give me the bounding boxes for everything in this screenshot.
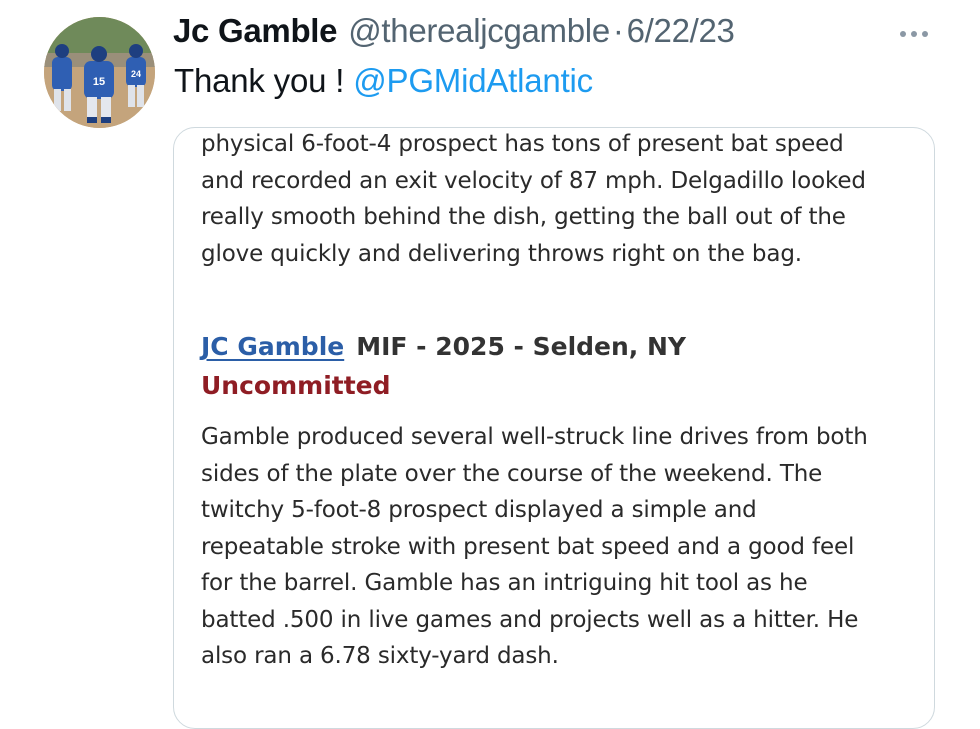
report-line: repeatable stroke with present bat speed…	[201, 533, 855, 560]
jersey-number-24: 24	[131, 69, 141, 79]
tweet-header: Jc Gamble @therealjcgamble · 6/22/23	[173, 12, 735, 58]
player-name-link[interactable]: JC Gamble	[201, 332, 344, 361]
intro-line: and recorded an exit velocity of 87 mph.…	[201, 167, 866, 194]
more-options-icon[interactable]	[892, 24, 936, 44]
report-line: for the barrel. Gamble has an intriguing…	[201, 570, 808, 596]
baseball-players-photo: 15 24	[44, 17, 155, 128]
author-name[interactable]: Jc Gamble	[173, 12, 338, 50]
tweet-text: Thank you ! @PGMidAtlantic	[174, 62, 593, 100]
intro-paragraph: physical 6-foot-4 prospect has tons of p…	[201, 128, 866, 272]
player-meta: MIF - 2025 - Selden, NY	[356, 332, 687, 361]
tweet-text-prefix: Thank you !	[174, 62, 354, 99]
more-dot	[911, 31, 917, 37]
report-line: Gamble produced several well-struck line…	[201, 424, 868, 450]
embedded-article-image[interactable]: physical 6-foot-4 prospect has tons of p…	[173, 127, 935, 729]
author-handle[interactable]: @therealjcgamble	[348, 12, 610, 50]
intro-line: really smooth behind the dish, getting t…	[201, 204, 846, 230]
player-heading: JC Gamble MIF - 2025 - Selden, NY	[201, 332, 686, 361]
more-dot	[922, 31, 928, 37]
separator-dot: ·	[612, 12, 624, 49]
commitment-status: Uncommitted	[201, 371, 391, 400]
intro-line: physical 6-foot-4 prospect has tons of p…	[201, 131, 844, 157]
mention-link[interactable]: @PGMidAtlantic	[353, 62, 593, 99]
avatar[interactable]: 15 24	[44, 17, 155, 128]
report-line: also ran a 6.78 sixty-yard dash.	[201, 643, 559, 669]
more-dot	[900, 31, 906, 37]
report-paragraph: Gamble produced several well-struck line…	[201, 419, 868, 675]
intro-line: glove quickly and delivering throws righ…	[201, 240, 802, 267]
report-line: twitchy 5-foot-8 prospect displayed a si…	[201, 497, 757, 523]
tweet-date[interactable]: 6/22/23	[627, 12, 735, 50]
report-line: batted .500 in live games and projects w…	[201, 606, 859, 633]
report-line: sides of the plate over the course of th…	[201, 460, 823, 487]
jersey-number-15: 15	[93, 76, 105, 88]
